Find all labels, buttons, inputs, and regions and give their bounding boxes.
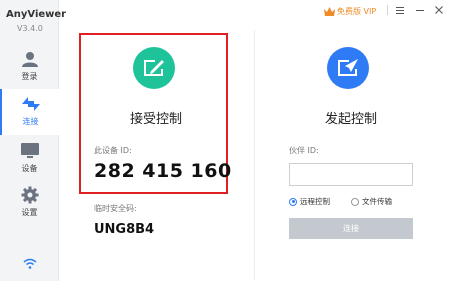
connect-button[interactable]: 连接 [289,218,413,239]
radio-selected-icon[interactable] [289,197,297,206]
receive-control-icon [133,47,175,89]
panel-divider [254,30,255,280]
titlebar-divider [387,5,388,15]
sidebar-item-login[interactable]: 登录 [0,44,59,90]
radio-unselected-icon[interactable] [351,197,359,206]
receive-title: 接受控制 [130,112,183,127]
wifi-icon [23,258,37,269]
connect-icon [21,97,40,111]
monitor-icon [20,143,39,158]
temp-code[interactable]: UNG8B4 [94,222,154,237]
sidebar-item-label: 连接 [22,117,39,126]
sidebar-item-connect[interactable]: 连接 [0,89,59,135]
option-file-transfer[interactable]: 文件传输 [351,196,392,207]
app-version: V3.4.0 [17,24,43,33]
screen-arrow-icon [338,59,358,76]
initiate-title: 发起控制 [325,112,378,127]
vip-badge[interactable]: 免费版 VIP [324,4,376,18]
device-id[interactable]: 282 415 160 [94,160,232,182]
sidebar-item-devices[interactable]: 设备 [0,136,59,182]
temp-code-label: 临时安全码: [94,204,137,213]
partner-id-input[interactable] [289,163,413,186]
sidebar-item-label: 登录 [21,72,38,81]
screen-pen-icon [144,60,164,76]
sidebar-item-settings[interactable]: 设置 [0,180,59,226]
device-id-label: 此设备 ID: [94,146,132,155]
app-name: AnyViewer [6,9,67,20]
menu-icon[interactable] [393,3,407,17]
sidebar-item-label: 设备 [21,164,38,173]
partner-id-label: 伙伴 ID: [289,146,319,155]
crown-icon [324,6,335,16]
option-remote-control[interactable]: 远程控制 [289,196,330,207]
gear-icon [21,186,38,204]
option-label: 文件传输 [362,197,392,206]
initiate-control-icon [327,47,369,89]
close-icon[interactable] [432,3,446,17]
minimize-icon[interactable] [413,3,427,17]
option-label: 远程控制 [300,197,330,206]
sidebar-item-label: 设置 [21,208,38,217]
vip-label: 免费版 VIP [337,6,377,16]
sidebar: AnyViewer V3.4.0 登录 连接 设备 设置 [0,0,66,281]
user-icon [21,52,38,67]
